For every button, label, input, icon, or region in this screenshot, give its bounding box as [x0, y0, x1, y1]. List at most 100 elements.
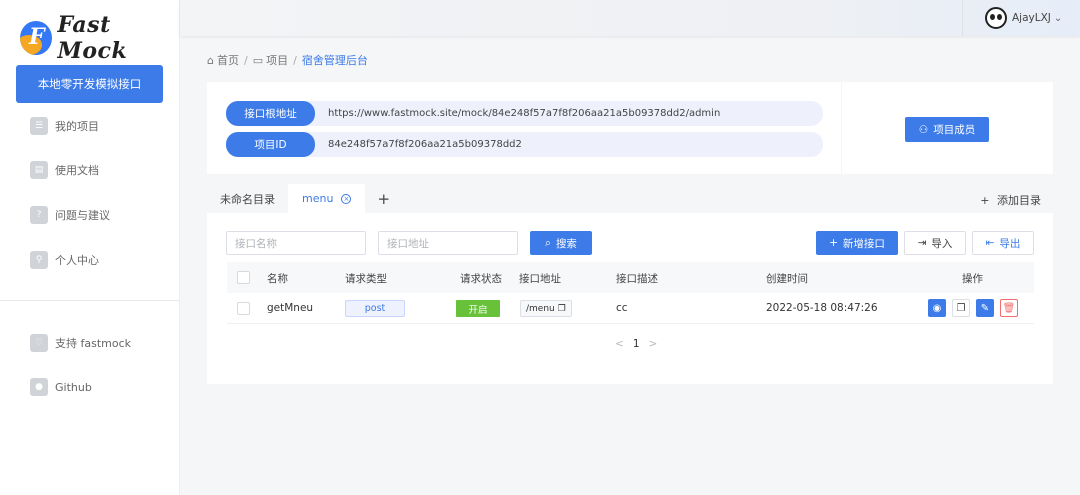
sidebar: Fast Mock 本地零开发模拟接口 ☰ 我的项目 ▤ 使用文档 ? 问题与建… [0, 0, 180, 495]
add-api-button[interactable]: + 新增接口 [816, 231, 898, 255]
next-page-button[interactable]: > [649, 338, 658, 350]
sidebar-item-label: 个人中心 [55, 254, 99, 267]
tab-menu[interactable]: menu × [288, 184, 366, 213]
prev-page-button[interactable]: < [615, 338, 624, 350]
api-description: cc [616, 302, 628, 314]
add-api-label: 新增接口 [842, 237, 885, 250]
api-name-input[interactable]: 接口名称 [226, 231, 366, 255]
column-header: 请求类型 [345, 273, 387, 285]
import-label: 导入 [931, 237, 953, 250]
export-label: 导出 [999, 237, 1021, 250]
question-icon: ? [30, 206, 48, 224]
local-mock-button[interactable]: 本地零开发模拟接口 [16, 65, 163, 103]
add-directory-button[interactable]: + 添加目录 [980, 192, 1041, 208]
sidebar-item-label: 问题与建议 [55, 209, 110, 222]
brand-name: Fast Mock [57, 12, 128, 64]
api-path-input[interactable]: 接口地址 [378, 231, 518, 255]
document-icon: ▤ [30, 161, 48, 179]
column-header: 创建时间 [766, 273, 808, 285]
edit-icon: ✎ [980, 302, 990, 314]
column-header: 接口描述 [616, 273, 658, 285]
plus-icon: + [980, 194, 990, 207]
sidebar-item-github[interactable]: ● Github [30, 377, 92, 397]
api-table: 名称 请求类型 请求状态 接口地址 接口描述 创建时间 操作 getMneu p… [227, 262, 1034, 324]
user-icon: ⚲ [30, 251, 48, 269]
project-id-value[interactable]: 84e248f57a7f8f206aa21a5b09378dd2 [328, 139, 522, 150]
monitor-icon: ▭ [252, 53, 264, 67]
project-id-row: 项目ID 84e248f57a7f8f206aa21a5b09378dd2 [226, 132, 823, 157]
add-directory-label: 添加目录 [997, 194, 1041, 207]
search-label: 搜索 [555, 237, 577, 250]
sidebar-item-feedback[interactable]: ? 问题与建议 [30, 205, 110, 225]
method-badge: post [345, 300, 405, 317]
add-tab-button[interactable]: + [365, 184, 402, 213]
project-id-label: 项目ID [226, 132, 315, 157]
copy-icon: ❐ [956, 302, 966, 314]
root-url-value[interactable]: https://www.fastmock.site/mock/84e248f57… [328, 108, 720, 119]
export-button[interactable]: ⇤ 导出 [972, 231, 1034, 255]
trash-icon: 🗑 [1002, 302, 1016, 314]
tab-label: menu [302, 192, 334, 205]
table-header: 名称 请求类型 请求状态 接口地址 接口描述 创建时间 操作 [227, 262, 1034, 293]
top-header: AjayLXJ ⌄ [180, 0, 1080, 36]
breadcrumb-project[interactable]: 项目 [266, 52, 288, 68]
project-members-label: 项目成员 [933, 124, 976, 136]
panda-avatar-icon [985, 7, 1007, 29]
directory-tabs: 未命名目录 menu × + + 添加目录 [207, 184, 1053, 213]
table-row: getMneu post 开启 /menu ❐ cc 2022-05-18 08… [227, 293, 1034, 324]
sidebar-item-label: 使用文档 [55, 164, 99, 177]
row-checkbox[interactable] [237, 302, 250, 315]
column-header: 接口地址 [519, 273, 561, 285]
api-path: /menu [526, 303, 555, 314]
select-all-checkbox[interactable] [237, 271, 250, 284]
breadcrumb-current: 宿舍管理后台 [301, 54, 368, 67]
sidebar-item-my-projects[interactable]: ☰ 我的项目 [30, 116, 99, 136]
created-time: 2022-05-18 08:47:26 [766, 302, 878, 314]
username: AjayLXJ [1012, 12, 1051, 24]
chevron-down-icon: ⌄ [1053, 12, 1063, 24]
sidebar-item-label: Github [55, 380, 92, 394]
api-name: getMneu [267, 302, 314, 314]
members-card: ⚇ 项目成员 [842, 82, 1053, 174]
pagination: < 1 > [606, 338, 666, 350]
breadcrumb-home[interactable]: 首页 [217, 52, 239, 68]
api-path-tag[interactable]: /menu ❐ [520, 300, 572, 317]
sidebar-item-docs[interactable]: ▤ 使用文档 [30, 160, 99, 180]
sidebar-item-label: 支持 fastmock [55, 337, 132, 350]
sidebar-divider [0, 300, 180, 301]
eye-icon: ◉ [932, 302, 942, 314]
root-url-label: 接口根地址 [226, 101, 315, 126]
page-number[interactable]: 1 [633, 338, 640, 350]
github-icon: ● [30, 378, 48, 396]
status-toggle[interactable]: 开启 [456, 300, 500, 317]
delete-button[interactable]: 🗑 [1000, 299, 1018, 317]
brand-logo[interactable]: Fast Mock [20, 12, 179, 64]
search-button[interactable]: ⌕ 搜索 [530, 231, 592, 255]
project-info-card: 接口根地址 https://www.fastmock.site/mock/84e… [207, 82, 841, 174]
user-menu[interactable]: AjayLXJ ⌄ [962, 0, 1080, 36]
fastmock-logo-icon [20, 21, 52, 55]
sidebar-item-profile[interactable]: ⚲ 个人中心 [30, 250, 99, 270]
root-url-row: 接口根地址 https://www.fastmock.site/mock/84e… [226, 101, 823, 126]
edit-button[interactable]: ✎ [976, 299, 994, 317]
project-members-button[interactable]: ⚇ 项目成员 [905, 117, 989, 142]
column-header: 操作 [962, 273, 983, 285]
copy-button[interactable]: ❐ [952, 299, 970, 317]
breadcrumb-separator: / [293, 53, 297, 67]
column-header: 名称 [267, 273, 288, 285]
copy-icon[interactable]: ❐ [558, 304, 566, 314]
api-list-panel: 接口名称 接口地址 ⌕ 搜索 + 新增接口 ⇥ 导入 ⇤ 导出 名称 请求类型 … [207, 213, 1053, 384]
breadcrumb-separator: / [243, 53, 248, 67]
plus-icon: + [829, 237, 838, 249]
import-button[interactable]: ⇥ 导入 [904, 231, 966, 255]
export-icon: ⇤ [985, 237, 995, 249]
home-icon: ⌂ [207, 53, 214, 67]
list-icon: ☰ [30, 117, 48, 135]
heart-icon: ♡ [30, 334, 48, 352]
preview-button[interactable]: ◉ [928, 299, 946, 317]
import-icon: ⇥ [917, 237, 927, 249]
close-icon[interactable]: × [341, 193, 352, 204]
sidebar-item-support[interactable]: ♡ 支持 fastmock [30, 333, 131, 353]
tab-unnamed[interactable]: 未命名目录 [207, 184, 288, 213]
members-icon: ⚇ [918, 123, 929, 136]
